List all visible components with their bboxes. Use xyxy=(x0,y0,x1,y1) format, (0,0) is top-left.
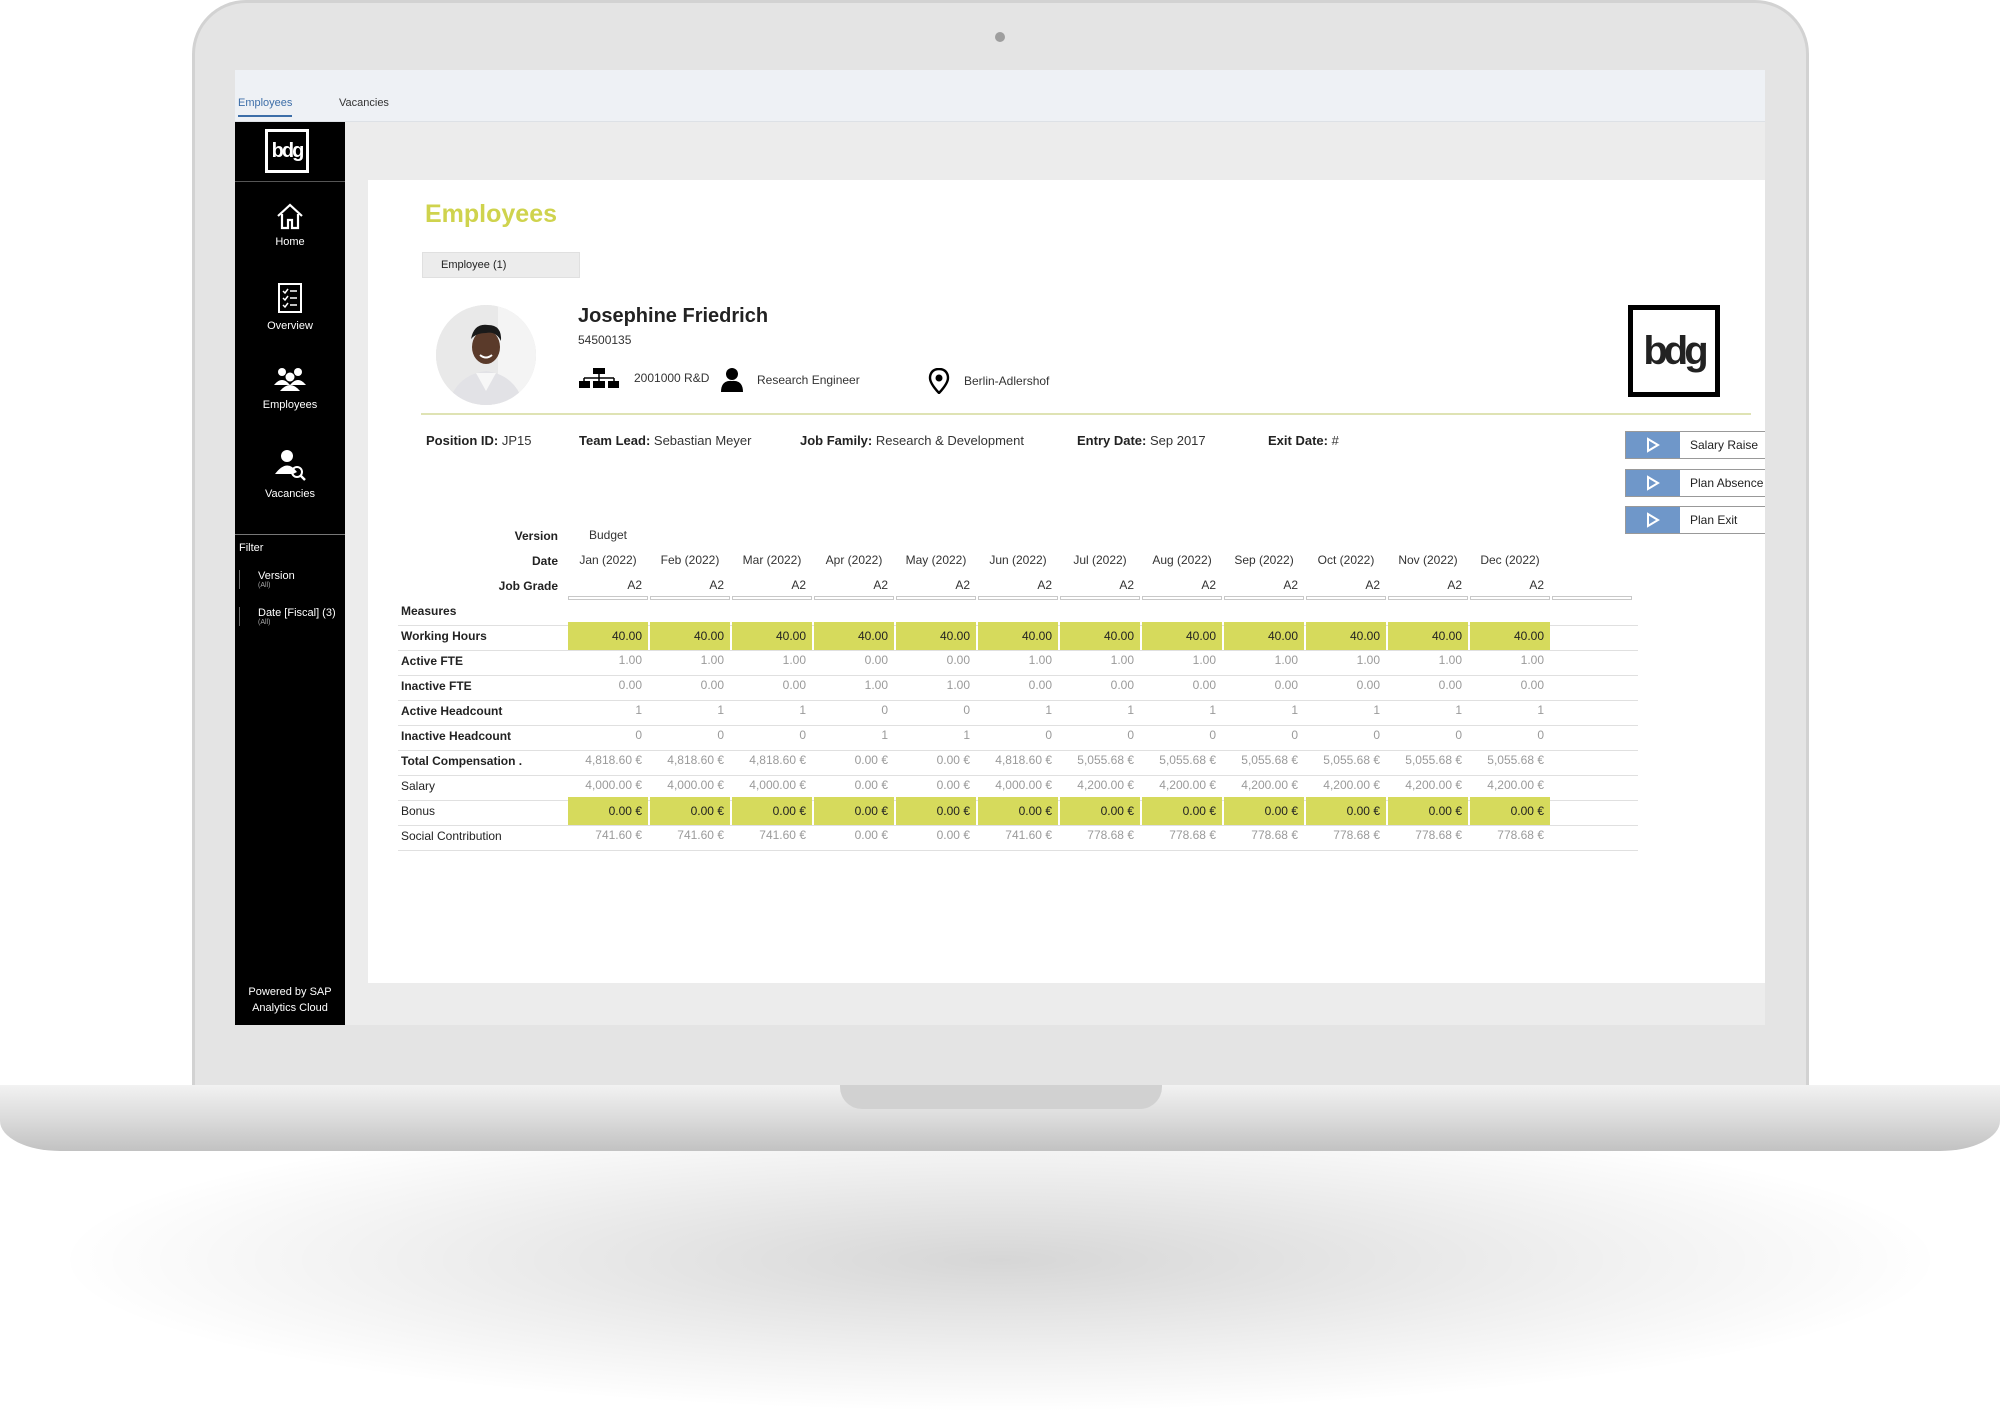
filter-name: Version xyxy=(258,570,295,582)
entry-date-label: Entry Date: xyxy=(1077,433,1147,448)
home-icon xyxy=(277,203,303,230)
value-cell: 0.00 € xyxy=(936,828,970,842)
org-chart-icon xyxy=(579,368,619,388)
plan-absence-button[interactable]: Plan Absence xyxy=(1625,469,1765,497)
sidebar: bdg Home Overview Employees Vacancies Fi… xyxy=(235,122,345,1025)
sidebar-item-employees[interactable]: Employees xyxy=(235,365,345,445)
exit-date-info: Exit Date: # xyxy=(1268,433,1339,448)
sidebar-item-home[interactable]: Home xyxy=(235,202,345,282)
department-meta: 2001000 R&D xyxy=(578,368,709,388)
row-label: Total Compensation . xyxy=(401,754,523,768)
filter-sub: (All) xyxy=(258,582,271,589)
measures-label: Measures xyxy=(401,604,457,618)
row-label: Inactive Headcount xyxy=(401,729,512,743)
row-label: Working Hours xyxy=(401,629,487,643)
sidebar-divider xyxy=(235,534,345,535)
employee-role: Research Engineer xyxy=(757,373,860,387)
value-cell: 778.68 € xyxy=(1087,828,1134,842)
checklist-icon xyxy=(278,283,302,313)
job-grade-label: Job Grade xyxy=(498,579,558,593)
header-divider xyxy=(421,413,1751,415)
value-cell: 741.60 € xyxy=(1005,828,1052,842)
table-row: Social Contribution 741.60 € 741.60 € 741.6… xyxy=(398,820,1638,850)
position-id-label: Position ID: xyxy=(426,433,499,448)
value-cell: 778.68 € xyxy=(1169,828,1216,842)
sidebar-logo[interactable]: bdg xyxy=(235,122,345,182)
plan-exit-button[interactable]: Plan Exit xyxy=(1625,506,1765,534)
salary-raise-button[interactable]: Salary Raise xyxy=(1625,431,1765,459)
employee-photo xyxy=(436,305,536,405)
filter-date-fiscal[interactable]: Date [Fiscal] (3) (All) xyxy=(239,607,343,626)
position-id-info: Position ID: JP15 xyxy=(426,433,531,448)
play-icon xyxy=(1626,470,1680,496)
bdg-logo: bdg xyxy=(265,129,309,173)
value-cell: 778.68 € xyxy=(1415,828,1462,842)
laptop-shadow xyxy=(70,1110,1930,1410)
laptop-camera xyxy=(995,32,1005,42)
employee-department: 2001000 R&D xyxy=(634,371,710,385)
value-cell: 741.60 € xyxy=(677,828,724,842)
app-screen: Employees Vacancies bdg Home Overview Em… xyxy=(235,70,1765,1025)
tab-vacancies[interactable]: Vacancies xyxy=(339,97,389,109)
entry-date-value: Sep 2017 xyxy=(1149,433,1206,448)
employee-id: 54500135 xyxy=(578,333,632,347)
job-family-label: Job Family: xyxy=(800,433,873,448)
filter-sub: (All) xyxy=(258,619,271,626)
row-label: Inactive FTE xyxy=(401,679,472,693)
person-icon xyxy=(721,368,743,392)
laptop-notch xyxy=(840,1085,1162,1109)
employee-name: Josephine Friedrich xyxy=(578,305,769,327)
page-title: Employees xyxy=(425,200,558,228)
filter-title: Filter xyxy=(239,542,264,554)
date-label: Date xyxy=(531,554,558,568)
avatar xyxy=(436,305,536,405)
row-label: Social Contribution xyxy=(401,829,502,843)
team-lead-label: Team Lead: xyxy=(579,433,651,448)
team-lead-info: Team Lead: Sebastian Meyer xyxy=(579,433,751,448)
top-nav: Employees Vacancies xyxy=(235,70,1765,122)
value-cell: 0.00 € xyxy=(854,828,888,842)
entry-date-info: Entry Date: Sep 2017 xyxy=(1077,433,1206,448)
exit-date-value: # xyxy=(1331,433,1339,448)
employee-card: Employees Employee (1) Josephine Friedri… xyxy=(368,180,1765,983)
people-icon xyxy=(274,368,306,391)
sidebar-item-overview[interactable]: Overview xyxy=(235,282,345,362)
tab-employees[interactable]: Employees xyxy=(238,97,293,117)
job-family-value: Research & Development xyxy=(875,433,1025,448)
exit-date-label: Exit Date: xyxy=(1268,433,1328,448)
button-label: Plan Exit xyxy=(1690,513,1738,527)
sidebar-item-vacancies[interactable]: Vacancies xyxy=(235,448,345,528)
value-cell: 741.60 € xyxy=(595,828,642,842)
sidebar-item-label: Vacancies xyxy=(265,488,315,500)
employee-filter-chip[interactable]: Employee (1) xyxy=(422,252,580,278)
sidebar-item-label: Overview xyxy=(267,320,313,332)
team-lead-value: Sebastian Meyer xyxy=(653,433,752,448)
sidebar-item-label: Home xyxy=(275,236,305,248)
version-label: Version xyxy=(514,529,558,543)
position-id-value: JP15 xyxy=(501,433,532,448)
filter-name: Date [Fiscal] (3) xyxy=(258,607,336,619)
person-search-icon xyxy=(275,450,306,481)
row-label: Active Headcount xyxy=(401,704,503,718)
powered-by: Powered by SAP Analytics Cloud xyxy=(248,986,332,1014)
value-cell: 778.68 € xyxy=(1497,828,1544,842)
employee-location: Berlin-Adlershof xyxy=(964,374,1050,388)
filter-version[interactable]: Version (All) xyxy=(239,570,343,589)
location-pin-icon xyxy=(928,368,950,394)
row-label: Active FTE xyxy=(401,654,464,668)
sidebar-item-label: Employees xyxy=(262,399,318,411)
value-cell: 778.68 € xyxy=(1251,828,1298,842)
button-label: Salary Raise xyxy=(1690,438,1759,452)
location-meta: Berlin-Adlershof xyxy=(928,368,1049,394)
row-divider xyxy=(398,850,1638,851)
value-cell: 778.68 € xyxy=(1333,828,1380,842)
role-meta: Research Engineer xyxy=(721,368,860,392)
value-cell: 741.60 € xyxy=(759,828,806,842)
button-label: Plan Absence xyxy=(1690,476,1764,490)
job-family-info: Job Family: Research & Development xyxy=(800,433,1024,448)
row-label: Bonus xyxy=(401,804,436,818)
play-icon xyxy=(1626,432,1680,458)
row-label: Salary xyxy=(401,779,436,793)
brand-logo: bdg xyxy=(1628,305,1720,397)
